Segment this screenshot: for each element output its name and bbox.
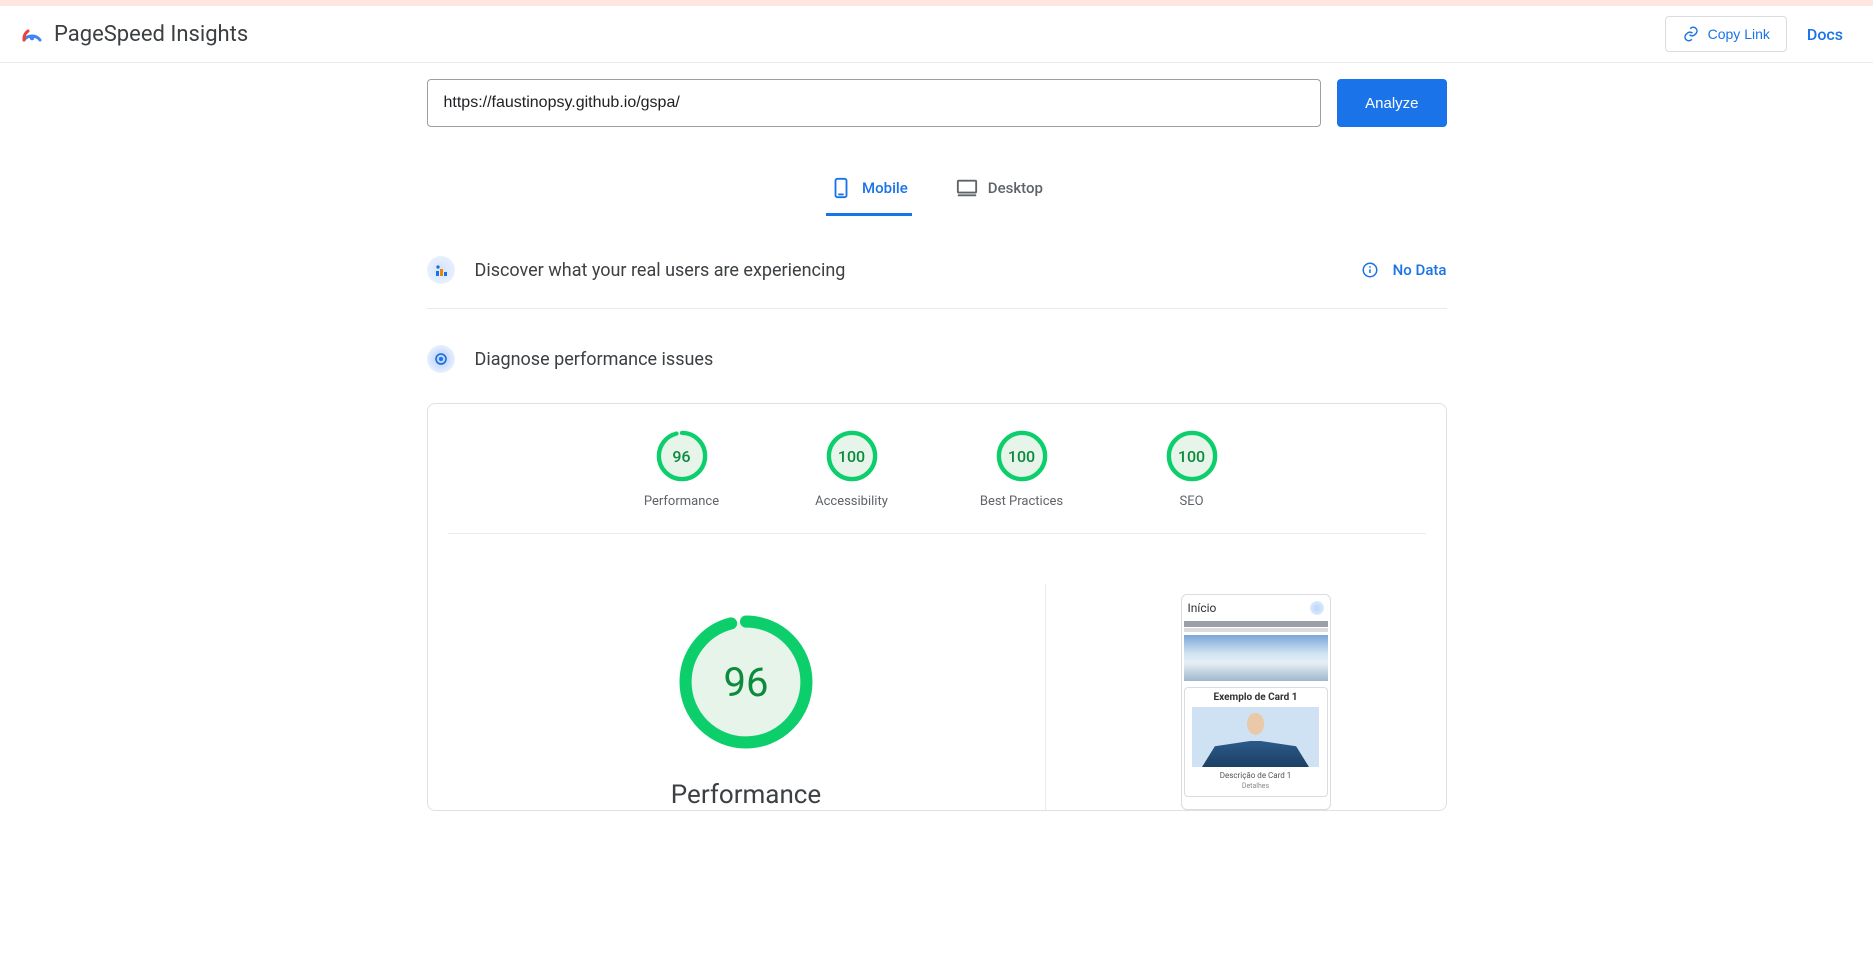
detail-right: Início Exemplo de Card 1 Descrição de Ca… — [1086, 584, 1426, 810]
copy-link-button[interactable]: Copy Link — [1665, 16, 1787, 52]
score-label: Accessibility — [815, 494, 888, 509]
score-label: SEO — [1179, 494, 1203, 509]
app-title: PageSpeed Insights — [54, 22, 248, 47]
score-value: 96 — [656, 430, 708, 482]
content: Analyze Mobile Desktop — [407, 79, 1467, 811]
url-input[interactable] — [427, 79, 1322, 127]
score-label: Best Practices — [980, 494, 1063, 509]
score-value: 100 — [1166, 430, 1218, 482]
diagnose-title: Diagnose performance issues — [475, 349, 714, 370]
info-icon — [1361, 261, 1379, 279]
tab-desktop[interactable]: Desktop — [952, 167, 1047, 216]
tab-mobile-label: Mobile — [862, 179, 908, 197]
diagnose-section-head: Diagnose performance issues — [427, 345, 1447, 381]
score-label: Performance — [644, 494, 719, 509]
score-seo[interactable]: 100 SEO — [1137, 430, 1247, 509]
preview-header: Início — [1182, 595, 1330, 621]
copy-link-label: Copy Link — [1708, 26, 1770, 42]
score-value: 100 — [826, 430, 878, 482]
discover-title: Discover what your real users are experi… — [475, 260, 846, 281]
detail-row: 96 Performance Início Exemplo — [438, 554, 1436, 810]
pagespeed-logo-icon — [20, 22, 44, 46]
preview-header-text: Início — [1188, 601, 1217, 615]
preview-card-link: Detalhes — [1189, 782, 1323, 790]
url-row: Analyze — [427, 79, 1447, 139]
diagnose-icon — [427, 345, 455, 373]
fingerprint-icon — [1310, 601, 1324, 615]
docs-link[interactable]: Docs — [1807, 25, 1853, 44]
link-icon — [1682, 25, 1700, 43]
page-screenshot-preview: Início Exemplo de Card 1 Descrição de Ca… — [1181, 594, 1331, 810]
analyze-button[interactable]: Analyze — [1337, 79, 1446, 127]
mobile-icon — [830, 177, 852, 199]
no-data-label: No Data — [1393, 261, 1447, 279]
no-data-link[interactable]: No Data — [1361, 261, 1447, 279]
discover-section-head-left: Discover what your real users are experi… — [427, 256, 846, 284]
preview-card-title: Exemplo de Card 1 — [1189, 692, 1323, 703]
diagnose-section: Diagnose performance issues 96 Performanc… — [427, 345, 1447, 811]
header: PageSpeed Insights Copy Link Docs — [0, 6, 1873, 63]
score-accessibility[interactable]: 100 Accessibility — [797, 430, 907, 509]
discover-section: Discover what your real users are experi… — [427, 256, 1447, 309]
score-circle: 100 — [826, 430, 878, 482]
preview-card-image — [1192, 707, 1319, 767]
preview-hero-image — [1184, 635, 1328, 681]
tab-mobile[interactable]: Mobile — [826, 167, 912, 216]
score-performance[interactable]: 96 Performance — [627, 430, 737, 509]
score-best-practices[interactable]: 100 Best Practices — [967, 430, 1077, 509]
tab-desktop-label: Desktop — [988, 179, 1043, 197]
big-performance-score: 96 — [678, 614, 814, 750]
score-circle: 100 — [996, 430, 1048, 482]
big-score-label: Performance — [671, 780, 821, 810]
score-circle: 100 — [1166, 430, 1218, 482]
big-score-value: 96 — [678, 614, 814, 750]
score-value: 100 — [996, 430, 1048, 482]
results-card: 96 Performance 100 Accessibility 100 Best Pra… — [427, 403, 1447, 811]
device-tabs: Mobile Desktop — [427, 167, 1447, 216]
header-left: PageSpeed Insights — [20, 22, 248, 47]
preview-bar-2 — [1184, 628, 1328, 632]
preview-card: Exemplo de Card 1 Descrição de Card 1 De… — [1184, 687, 1328, 797]
discover-section-head: Discover what your real users are experi… — [427, 256, 1447, 309]
preview-card-desc: Descrição de Card 1 — [1189, 771, 1323, 780]
score-circle: 96 — [656, 430, 708, 482]
discover-icon — [427, 256, 455, 284]
header-right: Copy Link Docs — [1665, 16, 1853, 52]
detail-left: 96 Performance — [448, 584, 1046, 810]
preview-bar — [1184, 621, 1328, 627]
scores-row: 96 Performance 100 Accessibility 100 Best Pra… — [448, 424, 1426, 534]
desktop-icon — [956, 177, 978, 199]
